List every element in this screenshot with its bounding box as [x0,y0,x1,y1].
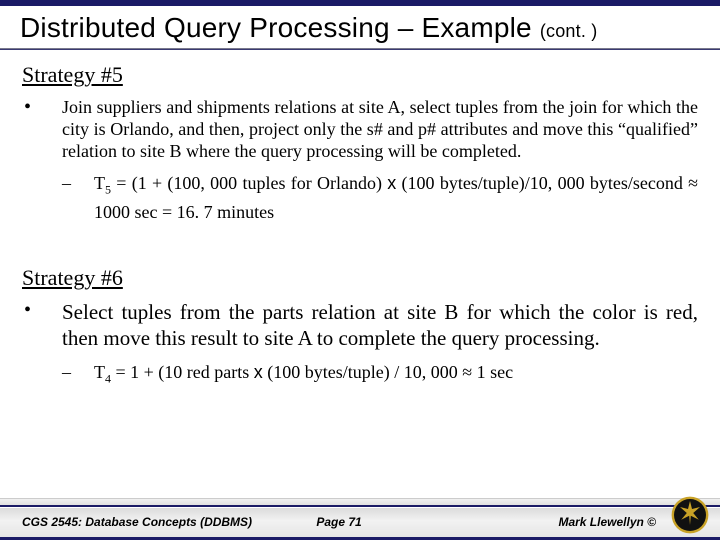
formula-t: T [94,173,105,193]
title-main: Distributed Query Processing – Example [20,12,532,43]
strategy-6-bullet: • Select tuples from the parts relation … [22,299,698,351]
strategy-5-heading: Strategy #5 [22,62,698,88]
strategy-6-heading: Strategy #6 [22,265,698,291]
bullet-icon: • [22,299,62,351]
formula-t: T [94,362,105,382]
dash-icon: – [22,172,94,223]
formula-x: x [387,173,396,193]
footer-bar: CGS 2545: Database Concepts (DDBMS) Page… [0,505,720,537]
strategy-6-text: Select tuples from the parts relation at… [62,299,698,351]
footer: CGS 2545: Database Concepts (DDBMS) Page… [0,498,720,540]
spacer [22,233,698,259]
footer-page: Page 71 [279,515,399,529]
footer-author: Mark Llewellyn © [399,515,706,529]
strategy-6-formula-row: – T4 = 1 + (10 red parts x (100 bytes/tu… [22,361,698,390]
formula-x: x [254,362,263,382]
footer-top-gradient [0,498,720,505]
slide-body: Strategy #5 • Join suppliers and shipmen… [0,50,720,389]
footer-course: CGS 2545: Database Concepts (DDBMS) [22,515,279,529]
ucf-logo-icon [670,495,710,535]
strategy-5-bullet: • Join suppliers and shipments relations… [22,96,698,162]
strategy-6-formula: T4 = 1 + (10 red parts x (100 bytes/tupl… [94,361,698,390]
title-continuation: (cont. ) [540,21,598,41]
bullet-icon: • [22,96,62,162]
formula-tail: (100 bytes/tuple) / 10, 000 ≈ 1 sec [263,362,513,382]
slide: Distributed Query Processing – Example (… [0,0,720,540]
slide-title: Distributed Query Processing – Example (… [0,6,720,46]
formula-mid: = 1 + (10 red parts [111,362,254,382]
strategy-5-text: Join suppliers and shipments relations a… [62,96,698,162]
dash-icon: – [22,361,94,390]
strategy-5-formula-row: – T5 = (1 + (100, 000 tuples for Orlando… [22,172,698,223]
strategy-5-formula: T5 = (1 + (100, 000 tuples for Orlando) … [94,172,698,223]
formula-mid: = (1 + (100, 000 tuples for Orlando) [111,173,387,193]
